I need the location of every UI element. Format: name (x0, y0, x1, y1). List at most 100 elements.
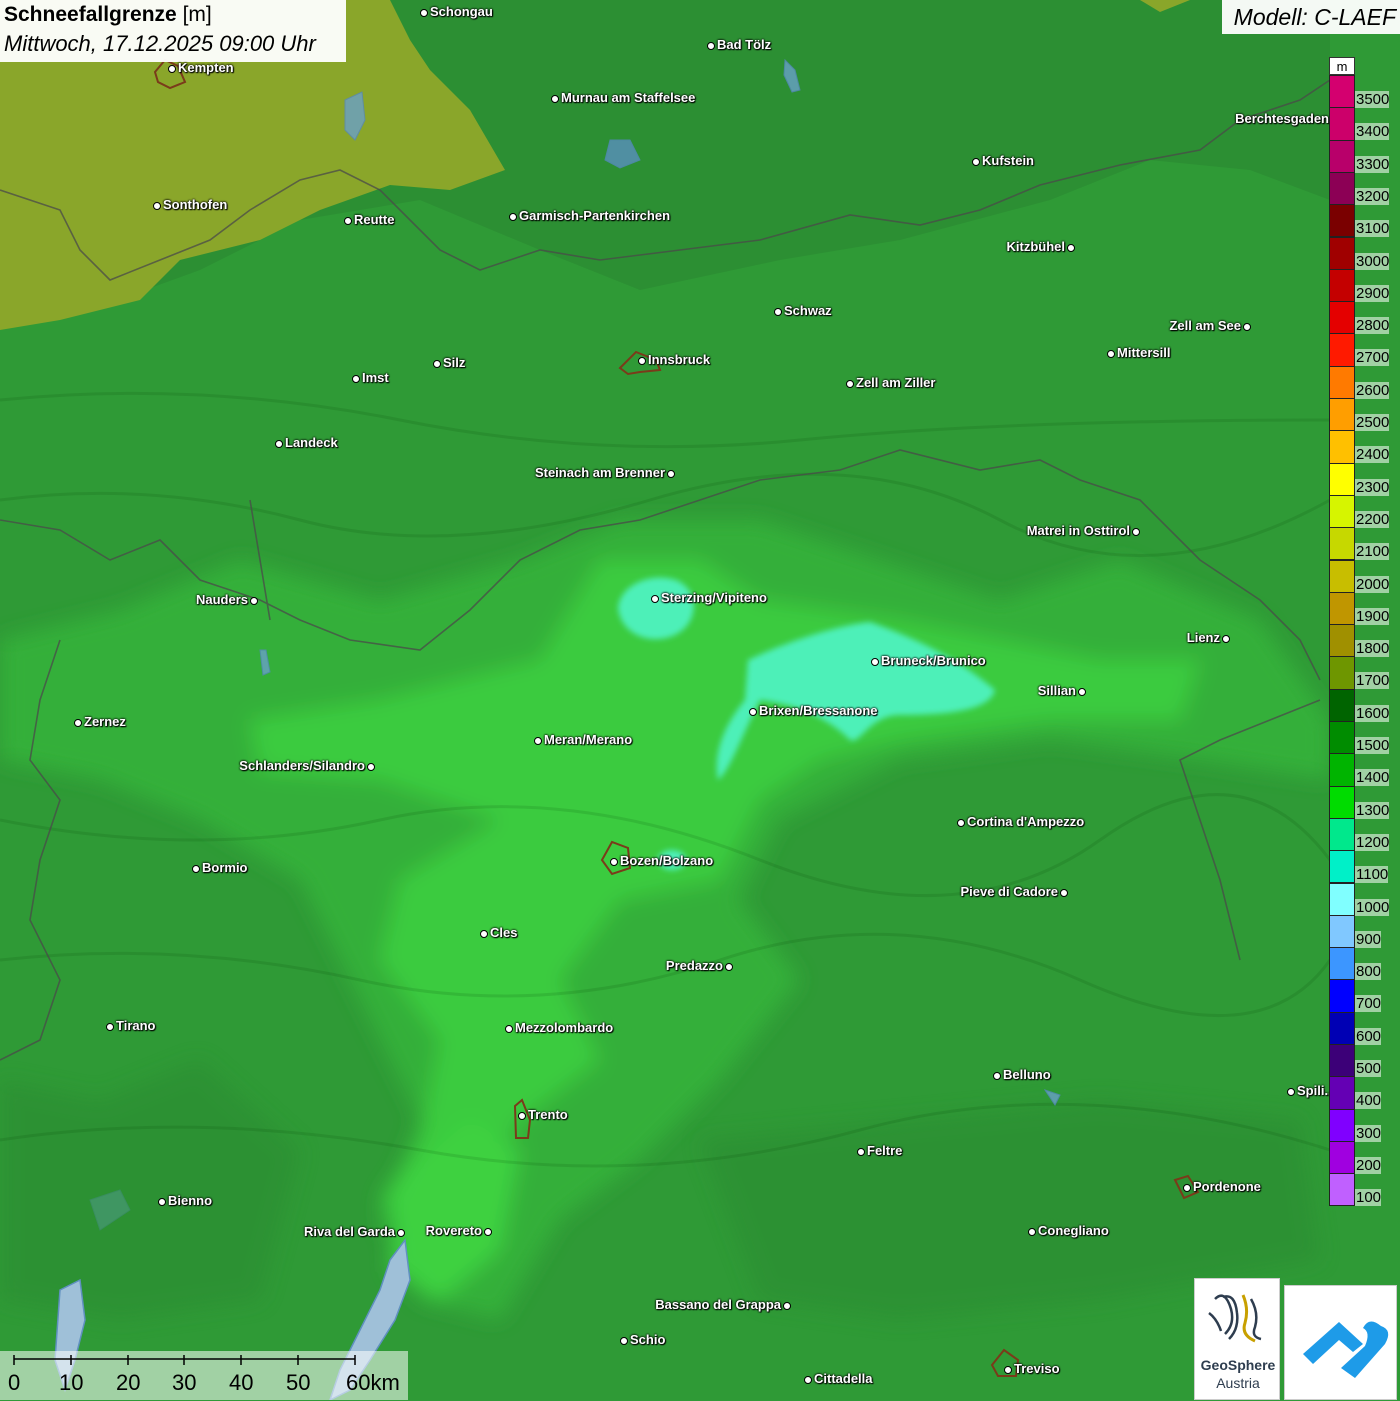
city-dot (153, 202, 161, 210)
scale-tick-label: 0 (8, 1370, 21, 1395)
scale-tick-label: 30 (172, 1370, 197, 1395)
legend-swatch (1329, 1011, 1355, 1045)
legend-swatch (1329, 559, 1355, 593)
city-dot (352, 375, 360, 383)
legend-swatch (1329, 333, 1355, 367)
legend-swatch (1329, 1140, 1355, 1175)
city-label: Garmisch-Partenkirchen (519, 208, 671, 223)
city-label: Predazzo (665, 958, 723, 973)
city-dot (638, 357, 646, 365)
legend-swatch (1329, 301, 1355, 335)
legend-swatch (1329, 656, 1355, 690)
legend-label: 1900 (1355, 607, 1390, 625)
city-label: Steinach am Brenner (534, 465, 665, 480)
city-label: Rovereto (425, 1223, 482, 1238)
legend-swatch (1329, 1108, 1355, 1142)
legend-label: 900 (1355, 930, 1382, 948)
city-label: Silz (443, 355, 466, 370)
legend-swatch (1329, 204, 1355, 238)
city-label: Schlanders/Silandro (239, 758, 365, 773)
city-label: Pordenone (1193, 1179, 1261, 1194)
forecast-datetime: Mittwoch, 17.12.2025 09:00 Uhr (4, 31, 316, 56)
city-dot (158, 1198, 166, 1206)
city-dot (725, 963, 733, 971)
city-dot (509, 213, 517, 221)
city-label: Berchtesgaden (1235, 111, 1329, 126)
legend-swatch (1329, 171, 1355, 206)
legend-label: 100 (1355, 1189, 1382, 1207)
city-label: Bormio (202, 860, 248, 875)
legend-unit: m (1329, 57, 1355, 75)
city-label: Kufstein (982, 153, 1034, 168)
city-label: Mezzolombardo (515, 1020, 614, 1035)
city-dot (505, 1025, 513, 1033)
legend-label: 1300 (1355, 801, 1390, 819)
legend-label: 1400 (1355, 769, 1390, 787)
legend-swatch (1329, 107, 1355, 141)
city-label: Reutte (354, 212, 395, 227)
partner-logo[interactable] (1284, 1285, 1397, 1400)
legend-label: 1500 (1355, 737, 1390, 754)
city-dot (857, 1148, 865, 1156)
legend-label: 3200 (1355, 187, 1390, 205)
city-label: Sillian (1037, 683, 1076, 698)
city-label: Cles (490, 925, 518, 940)
city-label: Mittersill (1117, 345, 1171, 360)
legend-label: 2300 (1355, 478, 1390, 496)
city-dot (846, 380, 854, 388)
city-label: Lienz (1186, 630, 1220, 645)
city-label: Belluno (1003, 1067, 1051, 1082)
color-legend: m 3500 3400 3300 3200 3100 3000 2900 2800 2700 26… (1329, 57, 1400, 1207)
legend-swatch (1329, 979, 1355, 1013)
legend-swatch (1329, 1173, 1355, 1207)
city-dot (957, 819, 965, 827)
legend-swatch (1329, 430, 1355, 464)
legend-swatch (1329, 624, 1355, 658)
city-dot (651, 595, 659, 603)
city-label: Schio (630, 1332, 666, 1347)
city-label: Sonthofen (163, 197, 228, 212)
legend-label: 200 (1355, 1156, 1382, 1174)
legend-label: 2200 (1355, 510, 1390, 528)
legend-label: 2700 (1355, 349, 1390, 367)
city-label: Kitzbühel (1006, 239, 1066, 254)
city-dot (367, 763, 375, 771)
city-dot (433, 360, 441, 368)
city-dot (972, 158, 980, 166)
city-dot (1067, 244, 1075, 252)
legend-label: 1600 (1355, 704, 1390, 722)
city-dot (1004, 1366, 1012, 1374)
legend-swatch (1329, 882, 1355, 916)
legend-label: 1700 (1355, 672, 1390, 690)
legend-swatch (1329, 462, 1355, 496)
city-label: Innsbruck (648, 352, 711, 367)
city-label: Trento (528, 1107, 568, 1122)
legend-swatch (1329, 75, 1355, 109)
scale-tick-label: 10 (59, 1370, 84, 1395)
legend-swatch (1329, 1076, 1355, 1110)
city-dot (1183, 1184, 1191, 1192)
city-dot (420, 9, 428, 17)
city-dot (804, 1376, 812, 1384)
legend-label: 700 (1355, 995, 1382, 1013)
legend-label: 2100 (1355, 543, 1390, 561)
geosphere-logo-subtext: Austria (1216, 1375, 1260, 1391)
legend-label: 2900 (1355, 284, 1390, 302)
legend-label: 300 (1355, 1124, 1382, 1142)
geosphere-austria-logo[interactable]: GeoSphere Austria (1194, 1278, 1280, 1400)
model-box: Modell: C-LAEF (1222, 0, 1400, 34)
legend-label: 600 (1355, 1027, 1382, 1045)
geosphere-logo-icon (1208, 1294, 1262, 1343)
city-dot (192, 865, 200, 873)
legend-swatch (1329, 527, 1355, 561)
city-label: Matrei in Osttirol (1026, 523, 1130, 538)
city-label: Sterzing/Vipiteno (661, 590, 767, 605)
legend-swatch (1329, 721, 1355, 755)
city-dot (1243, 323, 1251, 331)
city-dot (518, 1112, 526, 1120)
legend-swatch (1329, 591, 1355, 626)
legend-swatch (1329, 914, 1355, 949)
city-dot (250, 597, 258, 605)
city-label: Kempten (178, 60, 234, 75)
city-label: Zell am Ziller (856, 375, 936, 390)
